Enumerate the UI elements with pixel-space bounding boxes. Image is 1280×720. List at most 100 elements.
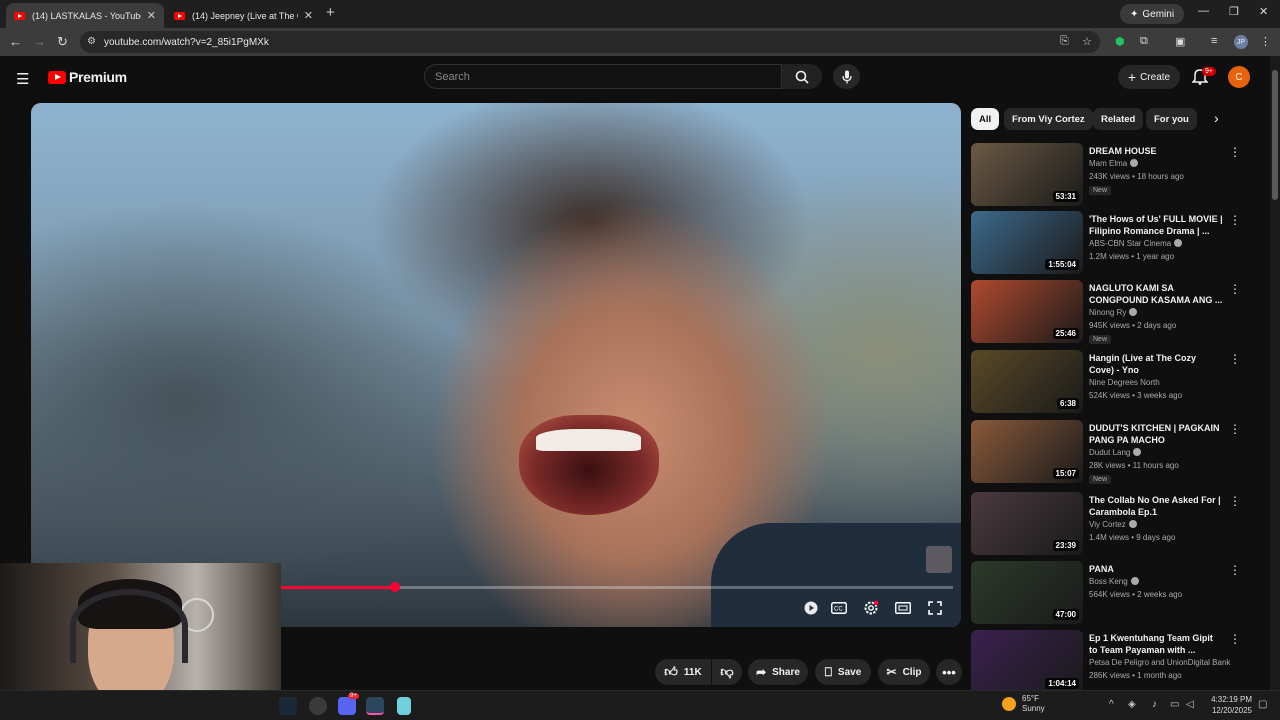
channel-name[interactable]: Viy Cortez <box>1089 520 1137 529</box>
voice-search-button[interactable] <box>833 64 860 89</box>
steam-icon[interactable] <box>279 697 297 715</box>
more-vertical-icon[interactable]: ⋮ <box>1229 213 1241 227</box>
channel-name[interactable]: Dudut Lang <box>1089 448 1142 457</box>
video-title[interactable]: PANA <box>1089 563 1223 575</box>
notepad-icon[interactable] <box>397 697 411 715</box>
system-clock[interactable]: 4:32:19 PM 12/20/2025 <box>1206 694 1252 716</box>
volume-icon[interactable]: ◁ <box>1186 699 1194 710</box>
theater-mode-button[interactable] <box>891 596 915 620</box>
channel-name[interactable]: ABS-CBN Star Cinema <box>1089 239 1183 248</box>
chip-for-you[interactable]: For you <box>1146 108 1197 130</box>
more-vertical-icon[interactable]: ⋮ <box>1229 563 1241 577</box>
recommendation-card[interactable]: 15:07 DUDUT'S KITCHEN | PAGKAIN PANG PA M… <box>971 420 1261 486</box>
chevron-right-icon[interactable]: › <box>1214 110 1219 126</box>
extensions-icon[interactable]: ⧉ <box>1140 35 1148 48</box>
recommendation-card[interactable]: 6:38 Hangin (Live at The Cozy Cove) - Yno… <box>971 350 1261 416</box>
gemini-button[interactable]: ✦ Gemini <box>1120 4 1185 24</box>
window-close-icon[interactable]: ✕ <box>1259 5 1268 18</box>
video-thumbnail[interactable]: 6:38 <box>971 350 1083 413</box>
more-vertical-icon[interactable]: ⋮ <box>1229 632 1241 646</box>
channel-watermark[interactable] <box>926 546 952 573</box>
video-thumbnail[interactable]: 23:39 <box>971 492 1083 555</box>
restore-icon[interactable]: ❐ <box>1229 5 1239 18</box>
browser-menu-icon[interactable]: ⋮ <box>1260 35 1271 48</box>
video-title[interactable]: The Collab No One Asked For | Carambola … <box>1089 494 1223 518</box>
channel-name[interactable]: Mam Elma <box>1089 159 1139 168</box>
video-player[interactable]: CC <box>31 103 961 627</box>
channel-name[interactable]: Ninong Ry <box>1089 308 1138 317</box>
youtube-logo[interactable]: Premium <box>48 69 127 85</box>
channel-name[interactable]: Boss Keng <box>1089 577 1139 586</box>
close-icon[interactable]: ✕ <box>147 9 156 22</box>
video-title[interactable]: DREAM HOUSE <box>1089 145 1223 157</box>
reload-icon[interactable]: ↻ <box>57 34 68 50</box>
recommendation-card[interactable]: 23:39 The Collab No One Asked For | Caram… <box>971 492 1261 558</box>
more-vertical-icon[interactable]: ⋮ <box>1229 145 1241 159</box>
autoplay-toggle[interactable] <box>799 596 823 620</box>
close-icon[interactable]: ✕ <box>304 9 313 22</box>
more-vertical-icon[interactable]: ⋮ <box>1229 282 1241 296</box>
discord-icon[interactable] <box>338 697 356 715</box>
recommendation-card[interactable]: 53:31 DREAM HOUSE Mam Elma 243K views • 18 … <box>971 143 1261 209</box>
weather-widget[interactable]: 65°F Sunny <box>1002 694 1045 714</box>
video-thumbnail[interactable]: 1:55:04 <box>971 211 1083 274</box>
video-title[interactable]: Hangin (Live at The Cozy Cove) - Yno <box>1089 352 1223 376</box>
video-title[interactable]: 'The Hows of Us' FULL MOVIE | Filipino R… <box>1089 213 1223 237</box>
tab-active[interactable]: (14) LASTKALAS - YouTube ✕ <box>6 3 164 28</box>
video-title[interactable]: Ep 1 Kwentuhang Team Gipit to Team Payam… <box>1089 632 1223 656</box>
video-thumbnail[interactable]: 53:31 <box>971 143 1083 206</box>
create-button[interactable]: + Create <box>1118 65 1180 89</box>
recommendation-card[interactable]: 47:00 PANA Boss Keng 564K views • 2 weeks a… <box>971 561 1261 627</box>
chip-related[interactable]: Related <box>1093 108 1144 130</box>
video-thumbnail[interactable]: 25:46 <box>971 280 1083 343</box>
chip-from-viy-cortez[interactable]: From Viy Cortez <box>1004 108 1093 130</box>
dislike-button[interactable]: 👎︎ <box>712 659 742 685</box>
tab-search-icon[interactable]: ▣ <box>1175 35 1185 48</box>
search-button[interactable] <box>782 64 822 89</box>
video-thumbnail[interactable]: 47:00 <box>971 561 1083 624</box>
bookmark-star-icon[interactable]: ☆ <box>1082 35 1092 48</box>
site-info-icon[interactable]: ⚙ <box>87 36 96 47</box>
settings-button[interactable] <box>859 596 883 620</box>
back-icon[interactable]: ← <box>9 34 22 49</box>
chevron-up-icon[interactable]: ^ <box>1109 699 1114 710</box>
more-vertical-icon[interactable]: ⋮ <box>1229 422 1241 436</box>
tab-inactive[interactable]: (14) Jeepney (Live at The Cozy C ✕ <box>166 3 321 28</box>
video-thumbnail[interactable]: 1:04:14 <box>971 630 1083 693</box>
like-button[interactable]: 👍︎ 11K <box>655 659 711 685</box>
minimize-icon[interactable]: — <box>1198 5 1209 17</box>
notifications-tray-icon[interactable]: ▢ <box>1258 699 1267 710</box>
browser-profile-avatar[interactable]: JP <box>1234 35 1248 49</box>
steam-active-icon[interactable] <box>366 697 384 715</box>
install-app-icon[interactable]: ⎘ <box>1060 35 1069 48</box>
microphone-tray-icon[interactable]: ♪ <box>1152 699 1157 710</box>
more-actions-button[interactable]: ••• <box>936 659 962 685</box>
channel-name[interactable]: Petsa De Peligro and UnionDigital Bank <box>1089 658 1230 667</box>
search-input[interactable]: Search <box>424 64 782 89</box>
fullscreen-button[interactable] <box>923 596 947 620</box>
new-tab-button[interactable]: + <box>326 4 335 21</box>
network-app-icon[interactable]: ◈ <box>1128 699 1136 710</box>
share-button[interactable]: ➦ Share <box>748 659 808 685</box>
recommendation-card[interactable]: 1:04:14 Ep 1 Kwentuhang Team Gipit to Tea… <box>971 630 1261 696</box>
more-vertical-icon[interactable]: ⋮ <box>1229 494 1241 508</box>
account-avatar[interactable]: C <box>1228 66 1250 88</box>
channel-name[interactable]: Nine Degrees North <box>1089 378 1160 387</box>
forward-icon[interactable]: → <box>33 34 46 49</box>
video-thumbnail[interactable]: 15:07 <box>971 420 1083 483</box>
shield-extension-icon[interactable]: ⬢ <box>1115 35 1125 48</box>
more-vertical-icon[interactable]: ⋮ <box>1229 352 1241 366</box>
video-title[interactable]: NAGLUTO KAMI SA CONGPOUND KASAMA ANG ... <box>1089 282 1223 306</box>
captions-button[interactable]: CC <box>827 596 851 620</box>
save-button[interactable]: ⎕ Save <box>815 659 871 685</box>
recommendation-card[interactable]: 25:46 NAGLUTO KAMI SA CONGPOUND KASAMA AN… <box>971 280 1261 346</box>
clip-button[interactable]: ✂ Clip <box>878 659 930 685</box>
chip-all[interactable]: All <box>971 108 1000 130</box>
media-control-icon[interactable]: ≡ <box>1211 35 1217 47</box>
hamburger-menu-icon[interactable]: ☰ <box>16 70 29 88</box>
wifi-icon[interactable]: ▭ <box>1170 699 1179 710</box>
address-bar[interactable]: ⚙ youtube.com/watch?v=2_85i1PgMXk <box>80 31 1100 53</box>
recommendation-card[interactable]: 1:55:04 'The Hows of Us' FULL MOVIE | Fil… <box>971 211 1261 277</box>
app-icon[interactable] <box>309 697 327 715</box>
video-title[interactable]: DUDUT'S KITCHEN | PAGKAIN PANG PA MACHO <box>1089 422 1223 446</box>
